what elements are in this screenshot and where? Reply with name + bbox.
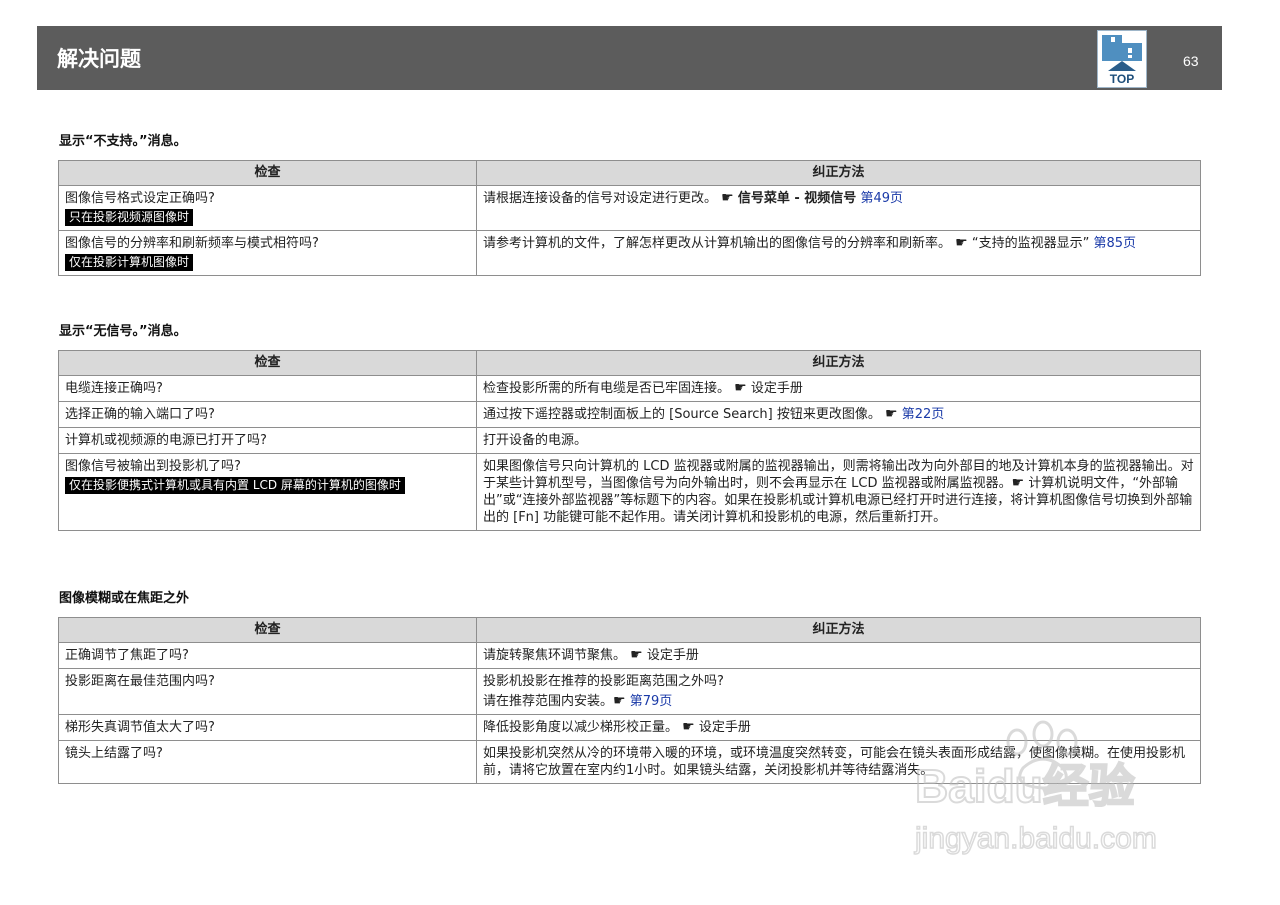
- pointing-hand-icon: ☛: [1011, 475, 1025, 491]
- reference-text: “支持的监视器显示”: [971, 236, 1090, 251]
- check-cell: 图像信号被输出到投影机了吗? 仅在投影便携式计算机或具有内置 LCD 屏幕的计算…: [58, 453, 477, 531]
- check-cell: 正确调节了焦距了吗?: [58, 642, 477, 669]
- table-row: 选择正确的输入端口了吗? 通过按下遥控器或控制面板上的 [Source Sear…: [58, 401, 1201, 428]
- check-cell: 投影距离在最佳范围内吗?: [58, 668, 477, 715]
- table-blurry: 检查 纠正方法 正确调节了焦距了吗? 请旋转聚焦环调节聚焦。 ☛ 设定手册 投影…: [58, 617, 1201, 784]
- table-no-signal: 检查 纠正方法 电缆连接正确吗? 检查投影所需的所有电缆是否已牢固连接。 ☛ 设…: [58, 350, 1201, 531]
- check-cell: 梯形失真调节值太大了吗?: [58, 714, 477, 741]
- check-cell: 选择正确的输入端口了吗?: [58, 401, 477, 428]
- fix-cell: 降低投影角度以减少梯形校正量。 ☛ 设定手册: [476, 714, 1201, 741]
- fix-cell: 检查投影所需的所有电缆是否已牢固连接。 ☛ 设定手册: [476, 375, 1201, 402]
- check-text: 图像信号被输出到投影机了吗?: [65, 459, 241, 474]
- pointing-hand-icon: ☛: [955, 235, 968, 251]
- table-row: 梯形失真调节值太大了吗? 降低投影角度以减少梯形校正量。 ☛ 设定手册: [58, 714, 1201, 741]
- top-label: TOP: [1110, 72, 1134, 86]
- table-row: 图像信号格式设定正确吗? 只在投影视频源图像时 请根据连接设备的信号对设定进行更…: [58, 185, 1201, 231]
- section-title-blurry: 图像模糊或在焦距之外: [59, 591, 190, 606]
- top-icon: TOP: [1102, 35, 1142, 86]
- fix-cell: 请旋转聚焦环调节聚焦。 ☛ 设定手册: [476, 642, 1201, 669]
- table-header-row: 检查 纠正方法: [58, 160, 1201, 186]
- fix-text: 请旋转聚焦环调节聚焦。: [483, 648, 627, 663]
- table-row: 图像信号的分辨率和刷新频率与模式相符吗? 仅在投影计算机图像时 请参考计算机的文…: [58, 230, 1201, 276]
- section-title-unsupported: 显示“不支持。”消息。: [59, 134, 187, 149]
- table-row: 图像信号被输出到投影机了吗? 仅在投影便携式计算机或具有内置 LCD 屏幕的计算…: [58, 453, 1201, 531]
- col-header-fix: 纠正方法: [476, 160, 1201, 186]
- condition-badge: 只在投影视频源图像时: [65, 209, 194, 226]
- table-row: 计算机或视频源的电源已打开了吗? 打开设备的电源。: [58, 427, 1201, 454]
- top-button[interactable]: TOP: [1097, 30, 1147, 88]
- page-number: 63: [1183, 53, 1199, 69]
- col-header-check: 检查: [58, 350, 477, 376]
- page-link[interactable]: 第22页: [902, 407, 945, 422]
- check-cell: 计算机或视频源的电源已打开了吗?: [58, 427, 477, 454]
- page-link[interactable]: 第49页: [860, 191, 903, 206]
- fix-cell: 投影机投影在推荐的投影距离范围之外吗? 请在推荐范围内安装。☛ 第79页: [476, 668, 1201, 715]
- fix-cell: 通过按下遥控器或控制面板上的 [Source Search] 按钮来更改图像。 …: [476, 401, 1201, 428]
- col-header-check: 检查: [58, 160, 477, 186]
- check-cell: 镜头上结露了吗?: [58, 740, 477, 784]
- pointing-hand-icon: ☛: [682, 719, 695, 735]
- page-title: 解决问题: [57, 47, 141, 71]
- pointing-hand-icon: ☛: [885, 406, 898, 422]
- fix-cell: 如果图像信号只向计算机的 LCD 监视器或附属的监视器输出，则需将输出改为向外部…: [476, 453, 1201, 531]
- pointing-hand-icon: ☛: [630, 647, 643, 663]
- condition-badge: 仅在投影计算机图像时: [65, 254, 194, 271]
- table-header-row: 检查 纠正方法: [58, 617, 1201, 643]
- fix-cell: 请根据连接设备的信号对设定进行更改。 ☛ 信号菜单 - 视频信号 第49页: [476, 185, 1201, 231]
- section-title-no-signal: 显示“无信号。”消息。: [59, 324, 187, 339]
- table-unsupported: 检查 纠正方法 图像信号格式设定正确吗? 只在投影视频源图像时 请根据连接设备的…: [58, 160, 1201, 276]
- table-header-row: 检查 纠正方法: [58, 350, 1201, 376]
- fix-text: 检查投影所需的所有电缆是否已牢固连接。: [483, 381, 731, 396]
- page-link[interactable]: 第79页: [630, 694, 673, 709]
- col-header-fix: 纠正方法: [476, 350, 1201, 376]
- table-row: 正确调节了焦距了吗? 请旋转聚焦环调节聚焦。 ☛ 设定手册: [58, 642, 1201, 669]
- col-header-check: 检查: [58, 617, 477, 643]
- pointing-hand-icon: ☛: [721, 190, 734, 206]
- reference-text: 信号菜单 - 视频信号: [737, 191, 857, 206]
- check-cell: 电缆连接正确吗?: [58, 375, 477, 402]
- fix-text: 投影机投影在推荐的投影距离范围之外吗?: [483, 674, 724, 689]
- fix-text: 通过按下遥控器或控制面板上的 [Source Search] 按钮来更改图像。: [483, 407, 881, 422]
- check-text: 图像信号格式设定正确吗?: [65, 191, 215, 206]
- col-header-fix: 纠正方法: [476, 617, 1201, 643]
- check-text: 图像信号的分辨率和刷新频率与模式相符吗?: [65, 236, 319, 251]
- check-cell: 图像信号的分辨率和刷新频率与模式相符吗? 仅在投影计算机图像时: [58, 230, 477, 276]
- table-row: 镜头上结露了吗? 如果投影机突然从冷的环境带入暖的环境，或环境温度突然转变，可能…: [58, 740, 1201, 784]
- fix-text: 降低投影角度以减少梯形校正量。: [483, 720, 679, 735]
- pointing-hand-icon: ☛: [613, 693, 626, 709]
- fix-cell: 打开设备的电源。: [476, 427, 1201, 454]
- fix-text-continued: 请在推荐范围内安装。: [483, 694, 614, 709]
- fix-cell: 如果投影机突然从冷的环境带入暖的环境，或环境温度突然转变，可能会在镜头表面形成结…: [476, 740, 1201, 784]
- fix-cell: 请参考计算机的文件，了解怎样更改从计算机输出的图像信号的分辨率和刷新率。 ☛ “…: [476, 230, 1201, 276]
- table-row: 电缆连接正确吗? 检查投影所需的所有电缆是否已牢固连接。 ☛ 设定手册: [58, 375, 1201, 402]
- watermark-url: jingyan.baidu.com: [914, 822, 1157, 855]
- fix-text: 请根据连接设备的信号对设定进行更改。: [483, 191, 718, 206]
- check-cell: 图像信号格式设定正确吗? 只在投影视频源图像时: [58, 185, 477, 231]
- pointing-hand-icon: ☛: [734, 380, 747, 396]
- fix-text: 请参考计算机的文件，了解怎样更改从计算机输出的图像信号的分辨率和刷新率。: [483, 236, 952, 251]
- table-row: 投影距离在最佳范围内吗? 投影机投影在推荐的投影距离范围之外吗? 请在推荐范围内…: [58, 668, 1201, 715]
- reference-text: 设定手册: [698, 720, 751, 735]
- condition-badge: 仅在投影便携式计算机或具有内置 LCD 屏幕的计算机的图像时: [65, 477, 405, 494]
- reference-text: 设定手册: [646, 648, 699, 663]
- page-link[interactable]: 第85页: [1093, 236, 1136, 251]
- reference-text: 设定手册: [750, 381, 803, 396]
- page-header: 解决问题 TOP 63: [37, 26, 1222, 90]
